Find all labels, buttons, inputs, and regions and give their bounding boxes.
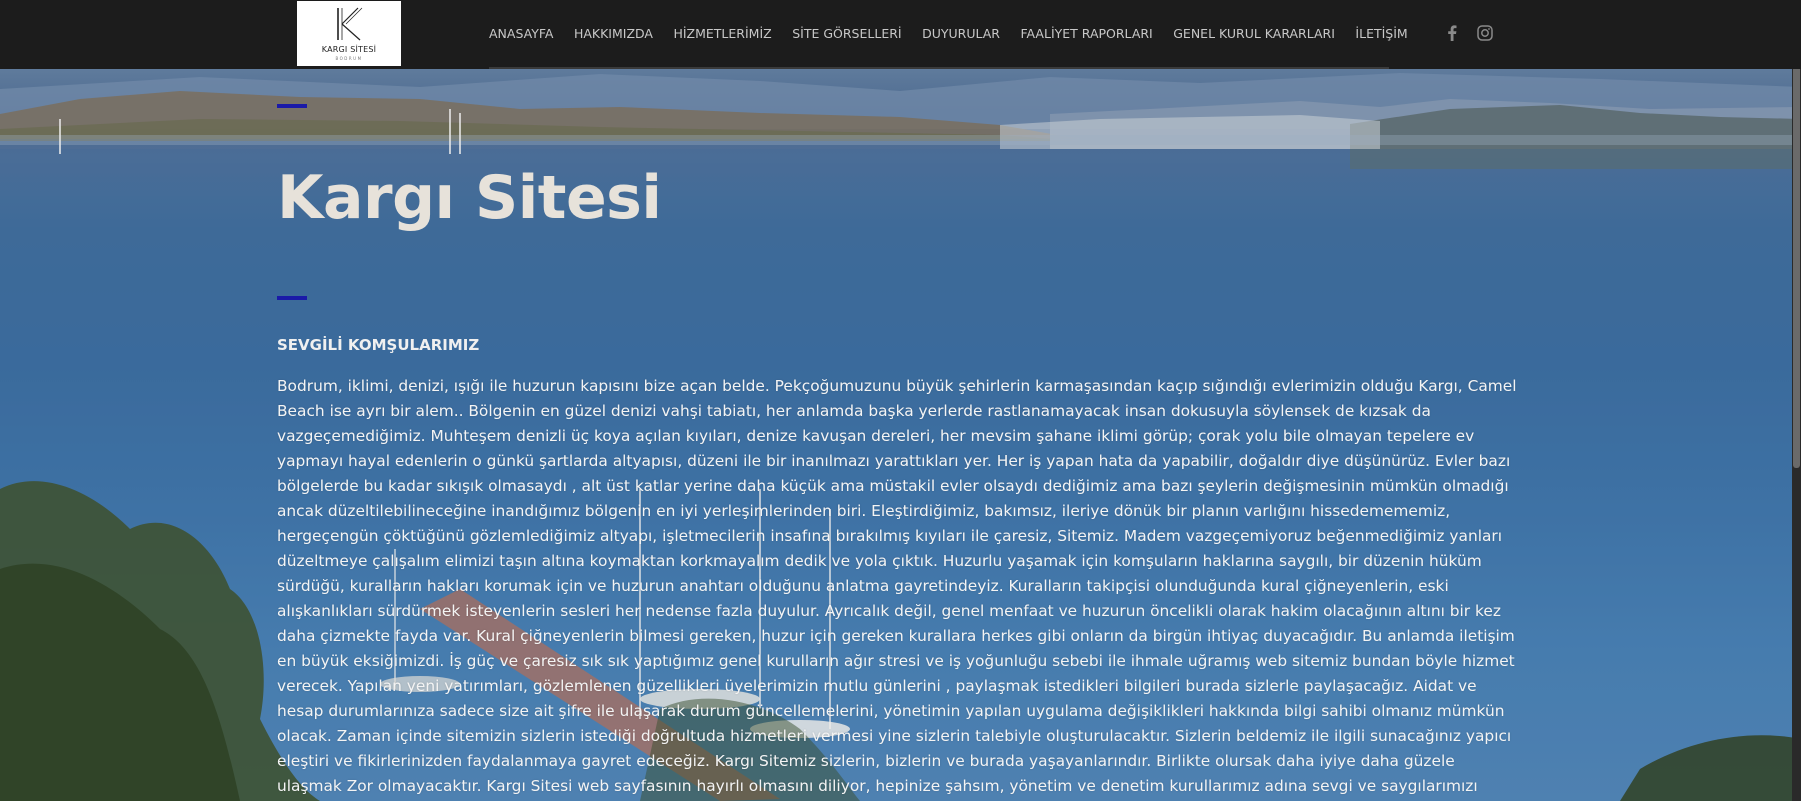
nav-divider <box>489 67 1389 69</box>
page-title: Kargı Sitesi <box>277 163 662 233</box>
scrollbar-thumb[interactable] <box>1793 2 1800 468</box>
logo-text: KARGI SİTESİ <box>321 45 377 54</box>
accent-bar-middle <box>277 296 307 300</box>
nav-item-anasayfa[interactable]: ANASAYFA <box>489 26 553 41</box>
logo-subtext: BODRUM <box>335 56 363 61</box>
facebook-icon[interactable] <box>1447 25 1457 45</box>
nav-item-hakkimizda[interactable]: HAKKIMIZDA <box>574 26 653 41</box>
nav-item-hizmetlerimiz[interactable]: HİZMETLERİMİZ <box>673 26 771 41</box>
instagram-icon[interactable] <box>1477 25 1493 45</box>
nav-item-duyurular[interactable]: DUYURULAR <box>922 26 1000 41</box>
nav-item-faaliyet-raporlari[interactable]: FAALİYET RAPORLARI <box>1020 26 1152 41</box>
main-navigation: ANASAYFA HAKKIMIZDA HİZMETLERİMİZ SİTE G… <box>489 26 1428 41</box>
site-logo[interactable]: KARGI SİTESİ BODRUM <box>297 1 401 66</box>
logo-k-mark-icon <box>337 7 363 41</box>
nav-item-site-gorselleri[interactable]: SİTE GÖRSELLERİ <box>792 26 901 41</box>
page-scrollbar[interactable] <box>1792 0 1801 801</box>
welcome-message: Bodrum, iklimi, denizi, ışığı ile huzuru… <box>277 377 1517 795</box>
section-subtitle: SEVGİLİ KOMŞULARIMIZ <box>277 336 480 354</box>
accent-bar-top <box>277 104 307 108</box>
nav-item-genel-kurul-kararlari[interactable]: GENEL KURUL KARARLARI <box>1173 26 1335 41</box>
site-header: KARGI SİTESİ BODRUM ANASAYFA HAKKIMIZDA … <box>0 0 1801 69</box>
nav-item-iletisim[interactable]: İLETİŞİM <box>1355 26 1407 41</box>
